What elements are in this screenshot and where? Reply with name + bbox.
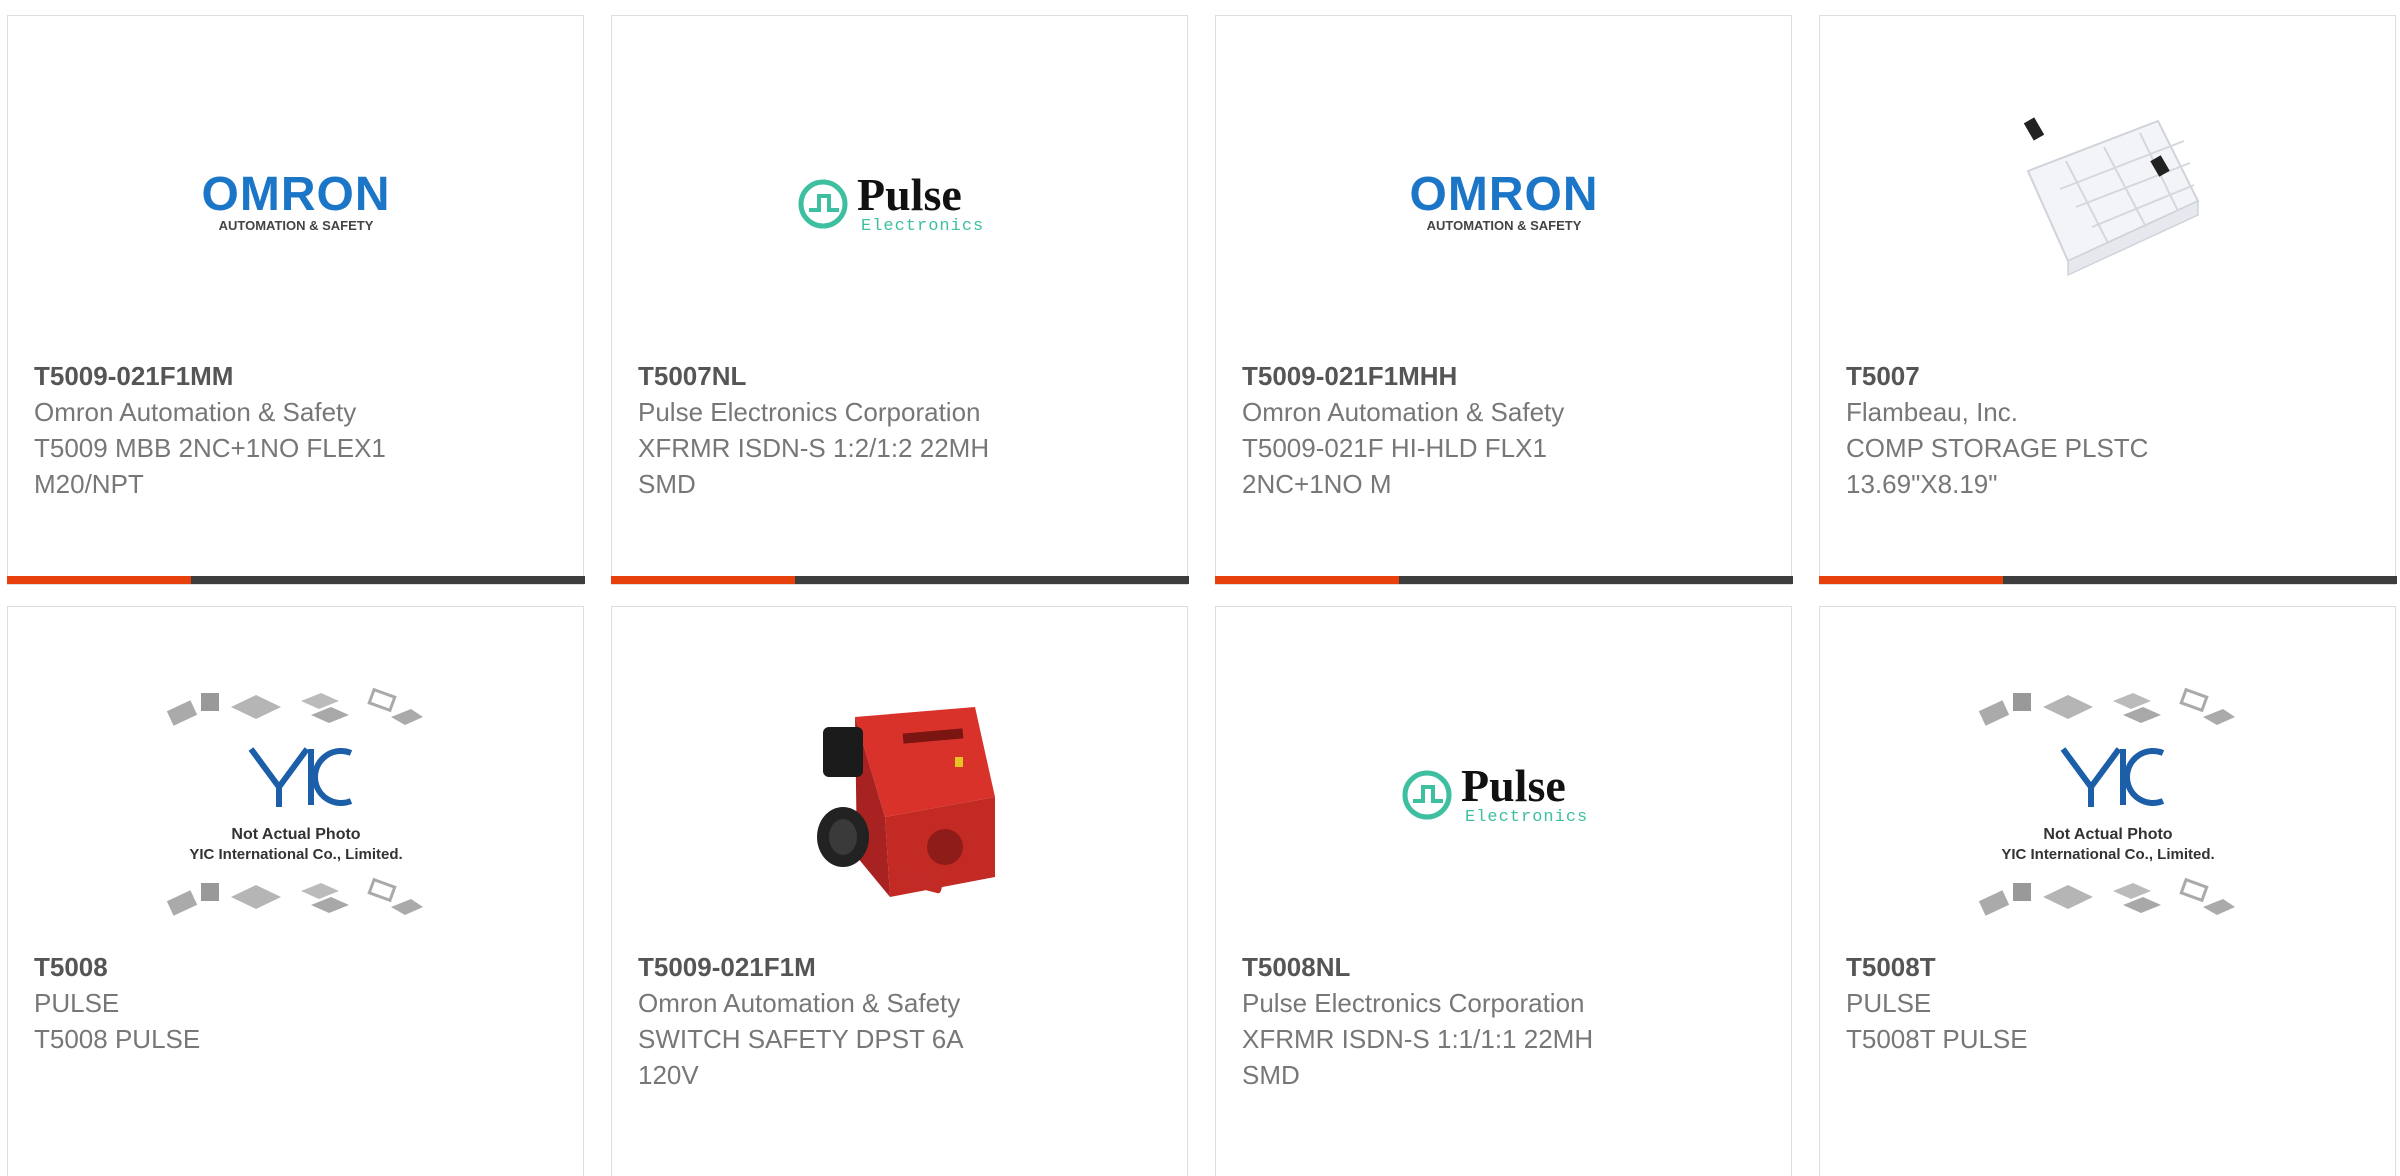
product-card[interactable]: T5008NL Pulse Electronics Corporation XF… [1215, 606, 1792, 1176]
part-number[interactable]: T5008NL [1242, 949, 1771, 985]
product-image[interactable] [612, 86, 1187, 316]
product-image[interactable] [1820, 86, 2395, 316]
not-actual-photo-line1: Not Actual Photo [2043, 826, 2172, 843]
part-number[interactable]: T5007 [1846, 358, 2375, 394]
product-image[interactable]: Not Actual Photo YIC International Co., … [8, 687, 583, 927]
manufacturer: PULSE [1846, 988, 1932, 1018]
product-card[interactable]: T5009-021F1MM Omron Automation & Safety … [6, 15, 585, 585]
card-footer-bar [1214, 576, 1793, 584]
product-image[interactable] [8, 86, 583, 316]
product-card[interactable]: Not Actual Photo YIC International Co., … [7, 606, 584, 1176]
description: COMP STORAGE PLSTC 13.69"X8.19" [1846, 433, 2149, 499]
description: T5008 PULSE [34, 1024, 201, 1054]
part-number[interactable]: T5007NL [638, 358, 1167, 394]
product-card[interactable]: T5009-021F1M Omron Automation & Safety S… [611, 606, 1188, 1176]
not-actual-photo-line2: YIC International Co., Limited. [189, 846, 402, 863]
not-actual-photo-line2: YIC International Co., Limited. [2001, 846, 2214, 863]
description: SWITCH SAFETY DPST 6A 120V [638, 1024, 964, 1090]
part-number[interactable]: T5009-021F1MHH [1242, 358, 1771, 394]
product-image[interactable] [1216, 677, 1791, 907]
description: T5009-021F HI-HLD FLX1 2NC+1NO M [1242, 433, 1547, 499]
omron-logo-icon [1399, 166, 1609, 236]
not-actual-photo-icon: Not Actual Photo YIC International Co., … [164, 688, 425, 917]
safety-switch-icon [816, 707, 995, 897]
omron-logo-icon [191, 166, 401, 236]
part-number[interactable]: T5008T [1846, 949, 2375, 985]
product-image[interactable] [612, 677, 1187, 907]
manufacturer: Pulse Electronics Corporation [1242, 988, 1585, 1018]
pulse-logo-icon [1399, 757, 1609, 827]
description: XFRMR ISDN-S 1:1/1:1 22MH SMD [1242, 1024, 1594, 1090]
pulse-logo-icon [795, 166, 1005, 236]
product-card[interactable]: T5009-021F1MHH Omron Automation & Safety… [1214, 15, 1793, 585]
card-footer-bar [1818, 576, 2397, 584]
storage-box-icon [2023, 117, 2199, 277]
part-number[interactable]: T5009-021F1MM [34, 358, 563, 394]
card-footer-bar [610, 576, 1189, 584]
product-grid: T5009-021F1MM Omron Automation & Safety … [0, 0, 2400, 1176]
manufacturer: Flambeau, Inc. [1846, 397, 2018, 427]
part-number[interactable]: T5008 [34, 949, 563, 985]
not-actual-photo-icon: Not Actual Photo YIC International Co., … [1976, 688, 2236, 917]
product-card[interactable]: T5007NL Pulse Electronics Corporation XF… [610, 15, 1189, 585]
product-image[interactable]: Not Actual Photo YIC International Co., … [1820, 687, 2395, 927]
manufacturer: Omron Automation & Safety [638, 988, 961, 1018]
product-card[interactable]: Not Actual Photo YIC International Co., … [1819, 606, 2396, 1176]
product-card[interactable]: T5007 Flambeau, Inc. COMP STORAGE PLSTC … [1818, 15, 2397, 585]
description: T5008T PULSE [1846, 1024, 2028, 1054]
manufacturer: Pulse Electronics Corporation [638, 397, 981, 427]
manufacturer: Omron Automation & Safety [34, 397, 357, 427]
description: XFRMR ISDN-S 1:2/1:2 22MH SMD [638, 433, 990, 499]
not-actual-photo-line1: Not Actual Photo [231, 826, 360, 843]
description: T5009 MBB 2NC+1NO FLEX1 M20/NPT [34, 433, 386, 499]
manufacturer: Omron Automation & Safety [1242, 397, 1565, 427]
card-footer-bar [6, 576, 585, 584]
part-number[interactable]: T5009-021F1M [638, 949, 1167, 985]
manufacturer: PULSE [34, 988, 120, 1018]
product-image[interactable] [1216, 86, 1791, 316]
